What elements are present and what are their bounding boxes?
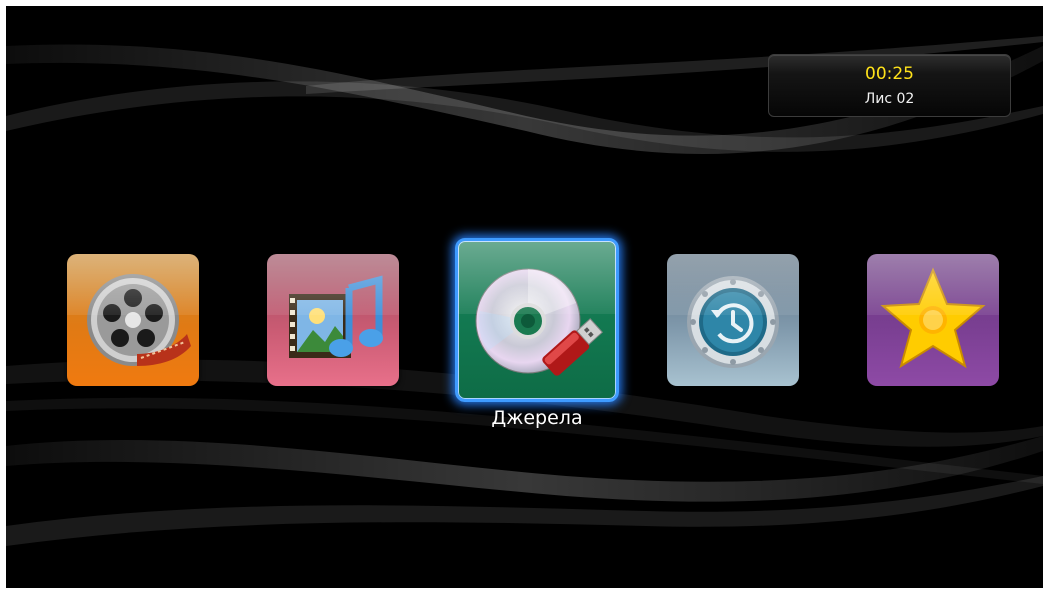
- selected-item-label: Джерела: [491, 407, 583, 429]
- menu-item-favorites[interactable]: [867, 254, 999, 386]
- status-panel: 00:25 Лис 02: [768, 54, 1011, 117]
- star-icon: [880, 267, 986, 369]
- menu-item-video[interactable]: [67, 254, 199, 386]
- photo-music-icon: [289, 275, 383, 358]
- menu-item-media[interactable]: [267, 254, 399, 386]
- menu-item-history[interactable]: [667, 254, 799, 386]
- menu-item-sources[interactable]: [455, 238, 619, 402]
- disc-usb-icon: [475, 268, 603, 376]
- film-reel-icon: [87, 274, 191, 366]
- page-indicator: Лис 02: [864, 91, 915, 107]
- clock-history-icon: [687, 276, 779, 368]
- tv-menu-screen: 00:25 Лис 02 Джерела: [6, 6, 1043, 588]
- clock: 00:25: [865, 64, 914, 84]
